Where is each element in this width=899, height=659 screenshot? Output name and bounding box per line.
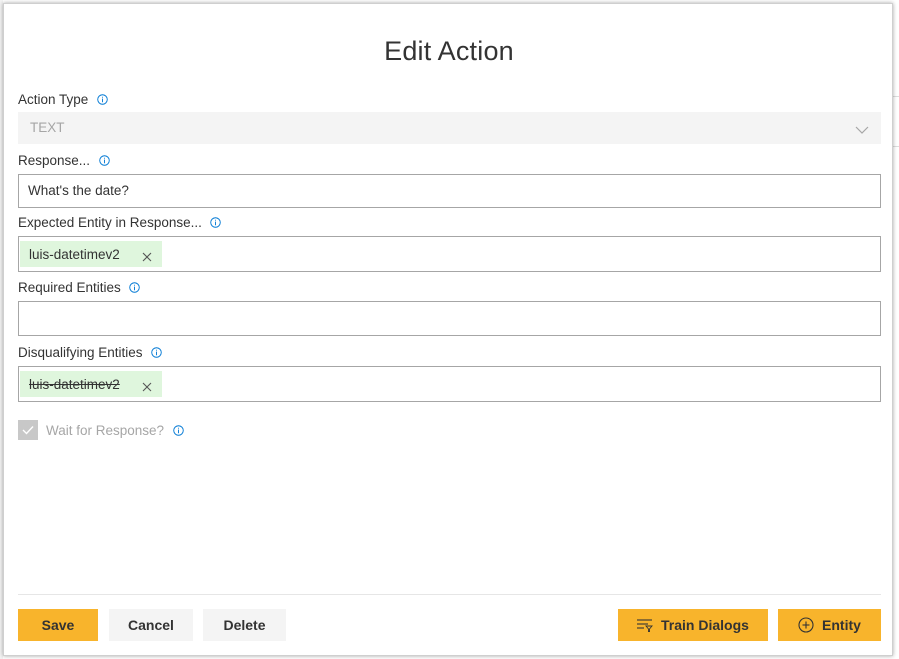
required-entities-label: Required Entities [18, 279, 121, 295]
entity-tag: luis-datetimev2 [20, 241, 162, 267]
dialog-title: Edit Action [384, 36, 514, 66]
response-label: Response... [18, 152, 91, 168]
response-input[interactable]: What's the date? [18, 174, 881, 208]
checkmark-icon [22, 426, 34, 435]
entity-tag: luis-datetimev2 [20, 371, 162, 397]
wait-for-response-label: Wait for Response? [46, 422, 165, 438]
info-icon[interactable] [210, 216, 222, 228]
entity-tag-label: luis-datetimev2 [29, 246, 120, 262]
expected-entity-picker[interactable]: luis-datetimev2 [18, 236, 881, 272]
info-icon[interactable] [96, 93, 108, 105]
required-entities-label-row: Required Entities [18, 278, 141, 296]
expected-entity-label-row: Expected Entity in Response... [18, 213, 222, 231]
delete-button[interactable]: Delete [203, 609, 286, 641]
required-entities-picker[interactable] [18, 301, 881, 336]
disqualifying-entities-label: Disqualifying Entities [18, 344, 143, 360]
cancel-button[interactable]: Cancel [109, 609, 193, 641]
info-icon[interactable] [151, 346, 163, 358]
expected-entity-label: Expected Entity in Response... [18, 214, 202, 230]
train-dialogs-label: Train Dialogs [661, 617, 749, 633]
save-button[interactable]: Save [18, 609, 98, 641]
footer-divider [18, 594, 881, 595]
close-icon[interactable] [142, 379, 152, 392]
background-divider [893, 146, 899, 147]
entity-tag-label: luis-datetimev2 [29, 376, 120, 392]
chevron-down-icon [855, 122, 869, 134]
entity-button-label: Entity [822, 617, 861, 633]
action-type-dropdown[interactable]: TEXT [18, 112, 881, 144]
filter-list-icon [637, 618, 653, 632]
info-icon[interactable] [129, 281, 141, 293]
response-value: What's the date? [28, 183, 129, 198]
info-icon[interactable] [172, 424, 184, 436]
info-icon[interactable] [98, 154, 110, 166]
wait-for-response-row: Wait for Response? [18, 420, 184, 440]
add-circle-icon [798, 617, 814, 633]
add-entity-button[interactable]: Entity [778, 609, 881, 641]
disqualifying-entities-label-row: Disqualifying Entities [18, 343, 163, 361]
wait-for-response-checkbox[interactable] [18, 420, 38, 440]
action-type-label-row: Action Type [18, 90, 108, 108]
action-type-label: Action Type [18, 91, 89, 107]
page: Edit Action Action Type TEXT Response...… [0, 0, 899, 659]
background-divider [893, 96, 899, 97]
train-dialogs-button[interactable]: Train Dialogs [618, 609, 768, 641]
edit-action-dialog: Edit Action Action Type TEXT Response...… [3, 3, 893, 656]
response-label-row: Response... [18, 151, 110, 169]
disqualifying-entities-picker[interactable]: luis-datetimev2 [18, 366, 881, 402]
close-icon[interactable] [142, 249, 152, 262]
action-type-value: TEXT [30, 120, 65, 135]
